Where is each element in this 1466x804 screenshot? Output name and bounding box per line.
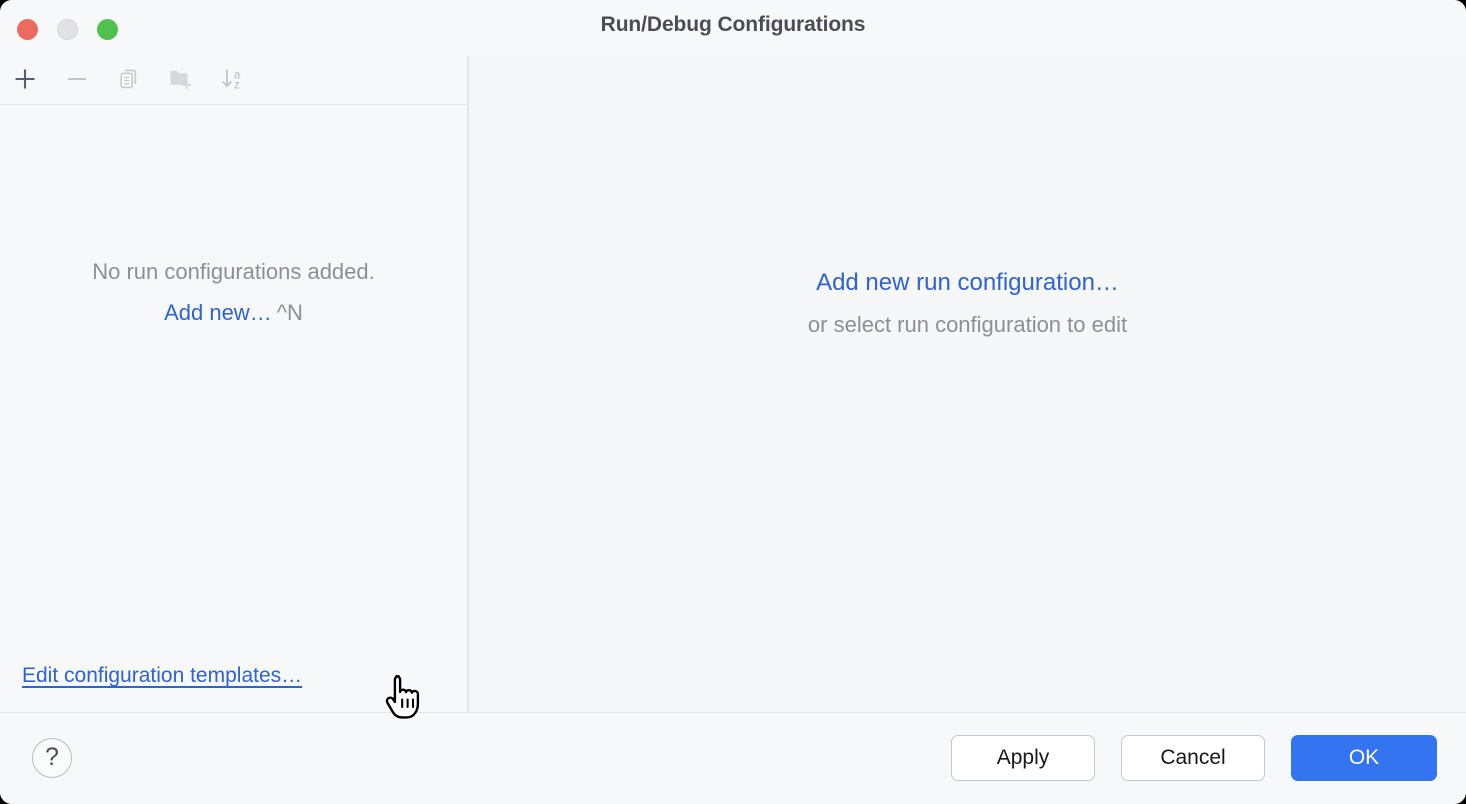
copy-configuration-button[interactable] [111, 63, 147, 99]
empty-state-action: Add new… ^N [0, 296, 467, 330]
cancel-button[interactable]: Cancel [1121, 735, 1265, 781]
add-configuration-button[interactable] [7, 63, 43, 99]
edit-templates-container: Edit configuration templates… [22, 664, 302, 688]
copy-icon [117, 67, 141, 96]
add-new-run-configuration-link[interactable]: Add new run configuration… [469, 269, 1466, 297]
dialog-footer: ? Apply Cancel OK [0, 713, 1466, 804]
editor-empty-hint: or select run configuration to edit [807, 312, 1128, 337]
title-bar: Run/Debug Configurations [0, 0, 1466, 56]
plus-icon [12, 66, 38, 97]
run-debug-configurations-dialog: Run/Debug Configurations a z No run conf… [0, 0, 1466, 804]
new-folder-icon [167, 66, 195, 97]
help-button[interactable]: ? [32, 738, 72, 778]
create-folder-button[interactable] [163, 63, 199, 99]
apply-button[interactable]: Apply [951, 735, 1095, 781]
sort-alphabetically-icon: a z [219, 65, 247, 98]
sort-configurations-button[interactable]: a z [215, 63, 251, 99]
svg-text:z: z [234, 79, 240, 91]
editor-empty-state: Add new run configuration… or select run… [469, 269, 1466, 338]
question-mark-icon: ? [45, 742, 59, 771]
empty-configurations-message: No run configurations added. Add new… ^N [0, 255, 467, 330]
configuration-editor-panel: Add new run configuration… or select run… [469, 56, 1466, 712]
edit-configuration-templates-link[interactable]: Edit configuration templates… [22, 664, 302, 687]
configurations-toolbar: a z [0, 56, 468, 105]
ok-button[interactable]: OK [1291, 735, 1437, 781]
dialog-action-buttons: Apply Cancel OK [951, 735, 1437, 781]
add-new-link[interactable]: Add new… [164, 300, 272, 325]
remove-configuration-button[interactable] [59, 63, 95, 99]
configurations-list-panel: No run configurations added. Add new… ^N … [0, 105, 467, 712]
minus-icon [64, 66, 90, 97]
empty-state-title: No run configurations added. [92, 259, 375, 284]
window-title: Run/Debug Configurations [600, 13, 866, 36]
add-new-shortcut-label: ^N [276, 300, 303, 326]
